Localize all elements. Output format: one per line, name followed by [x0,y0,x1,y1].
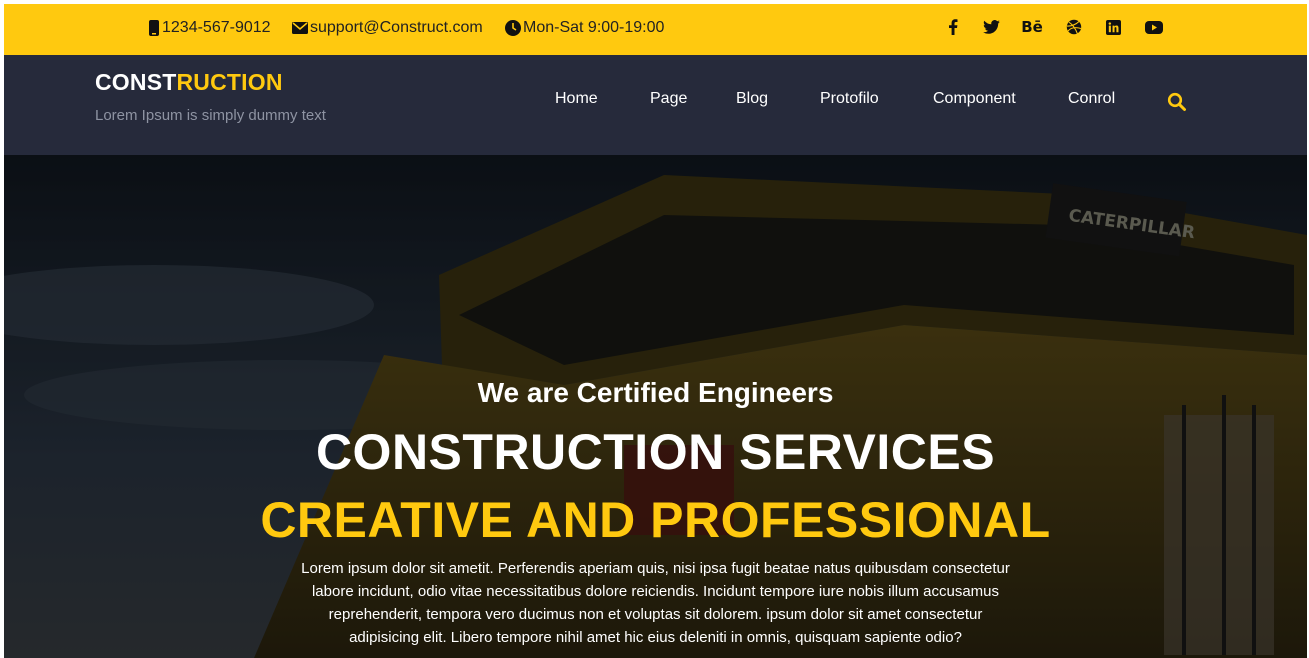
youtube-icon[interactable] [1143,16,1165,38]
twitter-icon[interactable] [980,16,1002,38]
email-address: support@Construct.com [310,18,483,36]
hero-title-accent: CREATIVE AND PROFESSIONAL [260,492,1051,548]
behance-icon[interactable]: Bē [1021,16,1043,38]
hero-subtitle: We are Certified Engineers [477,377,834,408]
site-logo[interactable]: CONSTRUCTION [95,69,283,96]
linkedin-icon[interactable] [1102,16,1124,38]
search-icon[interactable] [1167,92,1187,112]
logo-text-primary: CONST [95,69,177,95]
hours-info: Mon-Sat 9:00-19:00 [505,4,664,51]
clock-icon [505,19,521,36]
hero-banner: CATERPILLAR We are Certified Engineers C… [4,155,1307,658]
top-bar: 1234-567-9012 support@Construct.com Mon-… [4,4,1307,55]
facebook-icon[interactable] [942,16,964,38]
nav-blog[interactable]: Blog [736,90,768,108]
nav-component[interactable]: Component [933,90,1016,108]
envelope-icon [292,21,308,34]
nav-control[interactable]: Conrol [1068,90,1115,108]
phone-number: 1234-567-9012 [162,18,271,36]
nav-home[interactable]: Home [555,90,598,108]
page-frame: 1234-567-9012 support@Construct.com Mon-… [4,4,1307,658]
opening-hours: Mon-Sat 9:00-19:00 [523,18,665,36]
dribbble-icon[interactable] [1063,16,1085,38]
phone-icon [149,19,159,36]
nav-page[interactable]: Page [650,90,687,108]
nav-portfolio[interactable]: Protofilo [820,90,879,108]
site-header: CONSTRUCTION Lorem Ipsum is simply dummy… [4,55,1307,155]
hero-title: CONSTRUCTION SERVICES [315,424,996,480]
site-tagline: Lorem Ipsum is simply dummy text [95,107,326,124]
hero-description: Lorem ipsum dolor sit ametit. Perferendi… [301,560,1010,646]
email-contact[interactable]: support@Construct.com [292,4,483,51]
phone-contact[interactable]: 1234-567-9012 [148,4,271,51]
logo-text-accent: RUCTION [176,69,283,95]
